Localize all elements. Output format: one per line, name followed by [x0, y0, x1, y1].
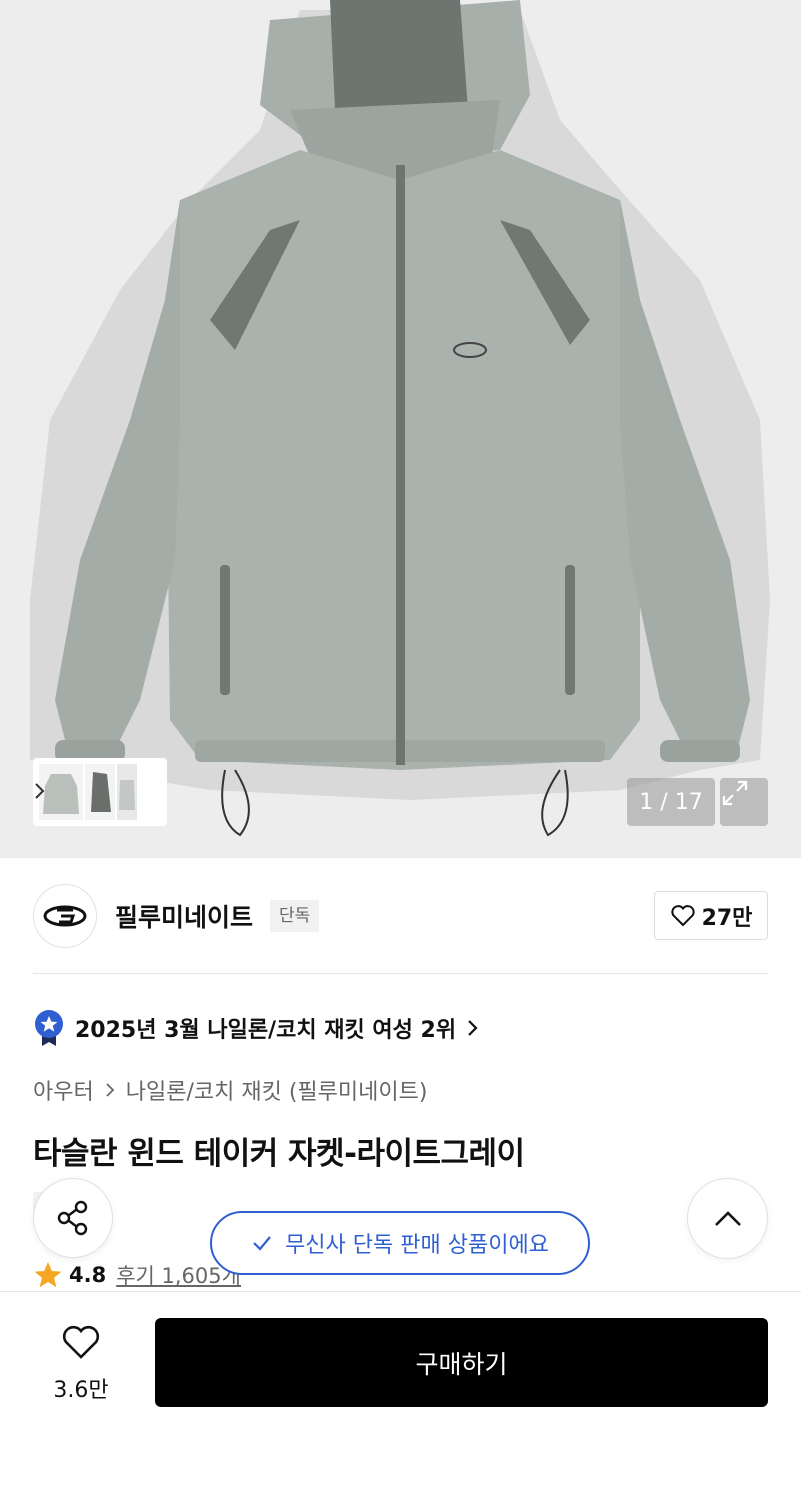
product-like-button[interactable]: 3.6만	[33, 1318, 129, 1408]
check-icon	[253, 1236, 271, 1251]
image-counter: 1 / 17	[627, 778, 715, 826]
share-button[interactable]	[33, 1178, 113, 1258]
brand-like-button[interactable]: 27만	[654, 891, 768, 940]
expand-icon	[722, 780, 748, 806]
ranking-link[interactable]: 2025년 3월 나일론/코치 재킷 여성 2위	[33, 1009, 480, 1047]
exclusive-badge: 단독	[270, 900, 320, 932]
product-image-gallery[interactable]: 1 / 17	[0, 0, 801, 858]
chevron-right-icon	[106, 1083, 115, 1097]
expand-button[interactable]	[720, 778, 768, 826]
brand-logo-icon	[43, 905, 87, 927]
brand-logo[interactable]	[33, 884, 97, 948]
product-photo-jacket	[30, 0, 770, 837]
product-title: 타슬란 윈드 테이커 자켓-라이트그레이	[33, 1136, 525, 1172]
breadcrumb-category[interactable]: 나일론/코치 재킷 (필루미네이트)	[126, 1074, 428, 1106]
scroll-to-top-button[interactable]	[687, 1178, 768, 1259]
jacket-side-thumb[interactable]	[85, 764, 115, 820]
product-like-count: 3.6만	[53, 1378, 109, 1403]
heart-icon	[670, 904, 695, 926]
rating-row[interactable]: 4.8 후기 1,605개	[33, 1258, 241, 1292]
rating-score: 4.8	[69, 1263, 107, 1287]
chevron-right-icon	[468, 1020, 478, 1036]
star-icon	[34, 1262, 62, 1288]
exclusive-toast: 무신사 단독 판매 상품이에요	[210, 1211, 590, 1275]
brand-like-count: 27만	[701, 905, 753, 931]
ranking-badge-icon	[35, 1010, 63, 1046]
thumbnail-strip[interactable]	[33, 758, 167, 826]
brand-row: 필루미네이트 단독 27만	[33, 884, 768, 948]
share-icon	[57, 1200, 88, 1236]
toast-text: 무신사 단독 판매 상품이에요	[285, 1233, 549, 1258]
brand-name[interactable]: 필루미네이트	[115, 898, 253, 934]
ranking-text: 2025년 3월 나일론/코치 재킷 여성 2위	[75, 1018, 457, 1043]
chevron-up-icon	[714, 1210, 741, 1226]
buy-button[interactable]: 구매하기	[155, 1318, 768, 1407]
bottom-action-bar: 3.6만 구매하기	[0, 1291, 801, 1500]
breadcrumb: 아우터 나일론/코치 재킷 (필루미네이트)	[33, 1074, 427, 1106]
heart-icon	[62, 1325, 100, 1359]
jacket-back-thumb[interactable]	[117, 764, 137, 820]
chevron-right-icon[interactable]	[33, 779, 47, 803]
divider	[33, 973, 768, 974]
breadcrumb-root[interactable]: 아우터	[33, 1074, 94, 1106]
